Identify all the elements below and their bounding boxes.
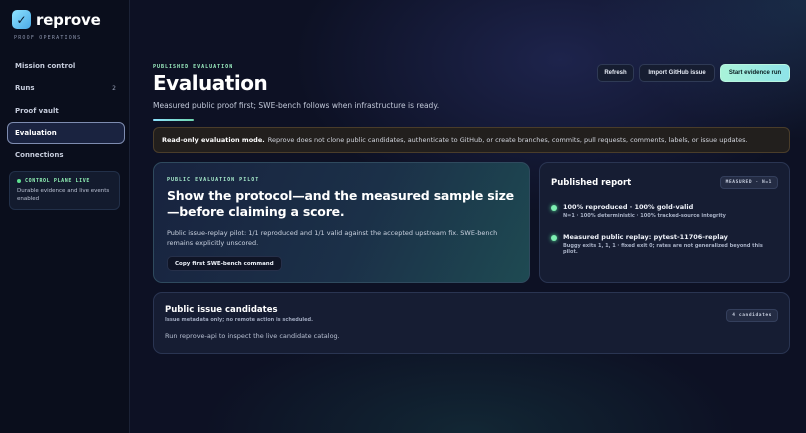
page-eyebrow: PUBLISHED EVALUATION [153,64,234,70]
brand[interactable]: ✓ reprove [12,10,101,29]
sidebar-item-label: Runs [15,84,35,93]
start-evidence-run-button[interactable]: Start evidence run [720,64,790,82]
status-dot-icon [551,235,557,241]
sidebar-item-label: Connections [15,151,64,160]
sidebar-item-label: Mission control [15,62,76,70]
report-badge: MEASURED · N=1 [719,176,778,189]
candidates-title: Public issue candidates [165,305,278,315]
page-title: Evaluation [153,71,268,95]
sidebar-item-evaluation[interactable]: Evaluation [7,121,125,144]
published-report-card: Published report MEASURED · N=1 100% rep… [539,162,790,283]
notice-text: Reprove does not clone public candidates… [267,136,748,144]
sidebar: ✓ reprove PROOF OPERATIONS Mission contr… [0,0,130,433]
sidebar-nav: Mission control Runs 2 Proof vault Evalu… [7,55,125,166]
status-dot-icon [17,179,21,183]
read-only-notice: Read-only evaluation mode. Reprove does … [153,127,790,153]
report-item-main: Measured public replay: pytest-11706-rep… [563,233,728,241]
sidebar-item-runs[interactable]: Runs 2 [7,77,125,99]
report-title: Published report [551,177,632,188]
refresh-button[interactable]: Refresh [597,64,634,82]
control-plane-text: Durable evidence and live events enabled [17,188,110,202]
report-item: Measured public replay: pytest-11706-rep… [551,233,778,255]
copy-swe-bench-command-button[interactable]: Copy first SWE-bench command [167,256,282,271]
sidebar-item-label: Proof vault [15,106,59,115]
candidates-meta: Issue metadata only; no remote action is… [165,317,314,323]
pilot-heading: Show the protocol—and the measured sampl… [167,188,514,219]
report-item-sub: N=1 · 100% deterministic · 100% tracked-… [563,213,726,219]
notice-title: Read-only evaluation mode. [162,136,265,144]
title-underline [153,119,194,121]
sidebar-item-connections[interactable]: Connections [7,144,125,166]
control-plane-status: CONTROL PLANE LIVE Durable evidence and … [9,171,120,210]
import-github-issue-button[interactable]: Import GitHub issue [639,64,715,82]
control-plane-title: CONTROL PLANE LIVE [25,178,90,184]
public-issue-candidates-card: Public issue candidates Issue metadata o… [153,292,790,354]
runs-count-badge: 2 [112,84,116,92]
candidates-body: Run reprove-api to inspect the live cand… [165,332,340,340]
report-item-sub: Buggy exits 1, 1, 1 · fixed exit 0; rate… [563,243,763,255]
candidates-count-badge: 4 candidates [726,309,778,322]
page-subtitle: Measured public proof first; SWE-bench f… [153,101,440,110]
check-icon: ✓ [12,10,31,29]
sidebar-item-proof-vault[interactable]: Proof vault [7,100,125,122]
pilot-body: Public issue-replay pilot: 1/1 reproduce… [167,229,498,247]
sidebar-item-label: Evaluation [15,128,57,137]
brand-name: reprove [36,10,101,29]
report-item-main: 100% reproduced · 100% gold-valid [563,203,694,211]
evaluation-pilot-card: PUBLIC EVALUATION PILOT Show the protoco… [153,162,530,283]
pilot-eyebrow: PUBLIC EVALUATION PILOT [167,177,260,183]
sidebar-item-mission-control[interactable]: Mission control [7,55,125,77]
brand-subtitle: PROOF OPERATIONS [14,35,82,41]
report-item: 100% reproduced · 100% gold-valid N=1 · … [551,203,778,219]
status-dot-icon [551,205,557,211]
